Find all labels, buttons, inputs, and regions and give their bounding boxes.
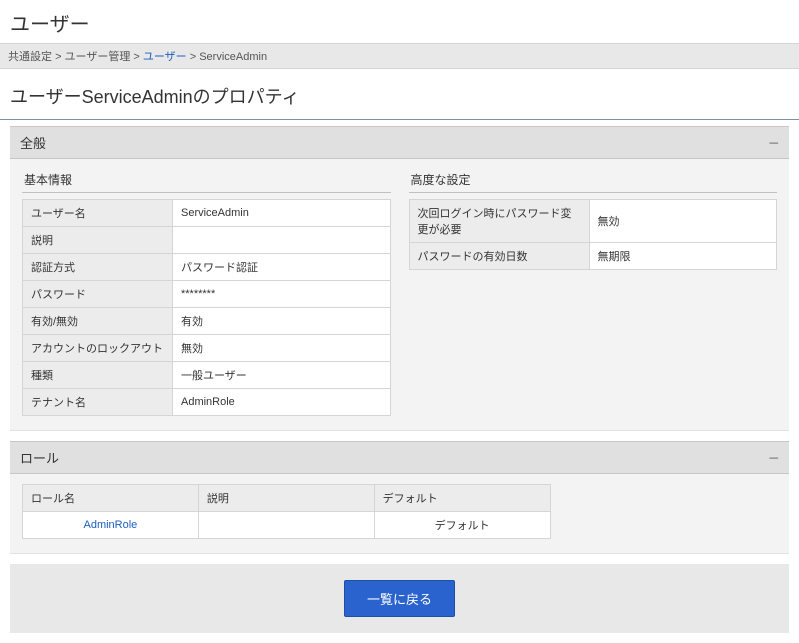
panel-general-title: 全般 [20,133,46,152]
page-title: ユーザー [0,0,799,43]
table-row: 説明 [23,227,391,254]
table-row: 種類一般ユーザー [23,362,391,389]
value-auth-method: パスワード認証 [173,254,391,281]
cell-role-name: AdminRole [23,512,199,539]
table-row: テナント名AdminRole [23,389,391,416]
label-kind: 種類 [23,362,173,389]
table-row: AdminRole デフォルト [23,512,551,539]
advanced-column: 高度な設定 次回ログイン時にパスワード変更が必要無効 パスワードの有効日数無期限 [409,169,778,416]
basic-info-title: 基本情報 [22,169,391,193]
panel-roles-title: ロール [20,448,59,467]
col-role-default: デフォルト [374,485,550,512]
label-pw-change-next: 次回ログイン時にパスワード変更が必要 [409,200,589,243]
panel-roles: ロール − ロール名 説明 デフォルト AdminRole デフォルト [10,441,789,554]
label-password: パスワード [23,281,173,308]
breadcrumb-item: 共通設定 [8,51,52,63]
back-to-list-button[interactable]: 一覧に戻る [344,580,455,617]
advanced-table: 次回ログイン時にパスワード変更が必要無効 パスワードの有効日数無期限 [409,199,778,270]
label-username: ユーザー名 [23,200,173,227]
panel-general-body: 基本情報 ユーザー名ServiceAdmin 説明 認証方式パスワード認証 パス… [10,159,789,431]
label-tenant: テナント名 [23,389,173,416]
value-enabled: 有効 [173,308,391,335]
value-kind: 一般ユーザー [173,362,391,389]
cell-role-default: デフォルト [374,512,550,539]
cell-role-desc [198,512,374,539]
value-tenant: AdminRole [173,389,391,416]
breadcrumb-item: ServiceAdmin [199,51,267,63]
panel-roles-body: ロール名 説明 デフォルト AdminRole デフォルト [10,474,789,554]
panel-roles-header[interactable]: ロール − [10,441,789,474]
roles-table: ロール名 説明 デフォルト AdminRole デフォルト [22,484,551,539]
table-row: 認証方式パスワード認証 [23,254,391,281]
label-pw-valid-days: パスワードの有効日数 [409,243,589,270]
breadcrumb-item: ユーザー管理 [65,51,131,63]
value-lockout: 無効 [173,335,391,362]
footer-bar: 一覧に戻る [10,564,789,633]
col-role-name: ロール名 [23,485,199,512]
breadcrumb-sep: > [55,51,64,63]
label-lockout: アカウントのロックアウト [23,335,173,362]
value-username: ServiceAdmin [173,200,391,227]
table-row: パスワードの有効日数無期限 [409,243,777,270]
collapse-icon[interactable]: − [768,452,779,464]
advanced-title: 高度な設定 [409,169,778,193]
value-pw-valid-days: 無期限 [589,243,777,270]
col-role-desc: 説明 [198,485,374,512]
table-header-row: ロール名 説明 デフォルト [23,485,551,512]
page-heading: ユーザーServiceAdminのプロパティ [0,69,799,119]
breadcrumb: 共通設定 > ユーザー管理 > ユーザー > ServiceAdmin [0,43,799,69]
breadcrumb-sep: > [133,51,142,63]
table-row: 次回ログイン時にパスワード変更が必要無効 [409,200,777,243]
value-password: ******** [173,281,391,308]
label-description: 説明 [23,227,173,254]
panel-general: 全般 − 基本情報 ユーザー名ServiceAdmin 説明 認証方式パスワード… [10,126,789,431]
panel-general-header[interactable]: 全般 − [10,126,789,159]
heading-rule [0,119,799,120]
breadcrumb-sep: > [190,51,199,63]
table-row: アカウントのロックアウト無効 [23,335,391,362]
label-enabled: 有効/無効 [23,308,173,335]
value-description [173,227,391,254]
table-row: ユーザー名ServiceAdmin [23,200,391,227]
collapse-icon[interactable]: − [768,137,779,149]
role-link[interactable]: AdminRole [84,519,138,531]
table-row: 有効/無効有効 [23,308,391,335]
breadcrumb-link-users[interactable]: ユーザー [143,51,187,63]
label-auth-method: 認証方式 [23,254,173,281]
basic-info-table: ユーザー名ServiceAdmin 説明 認証方式パスワード認証 パスワード**… [22,199,391,416]
basic-info-column: 基本情報 ユーザー名ServiceAdmin 説明 認証方式パスワード認証 パス… [22,169,391,416]
table-row: パスワード******** [23,281,391,308]
value-pw-change-next: 無効 [589,200,777,243]
